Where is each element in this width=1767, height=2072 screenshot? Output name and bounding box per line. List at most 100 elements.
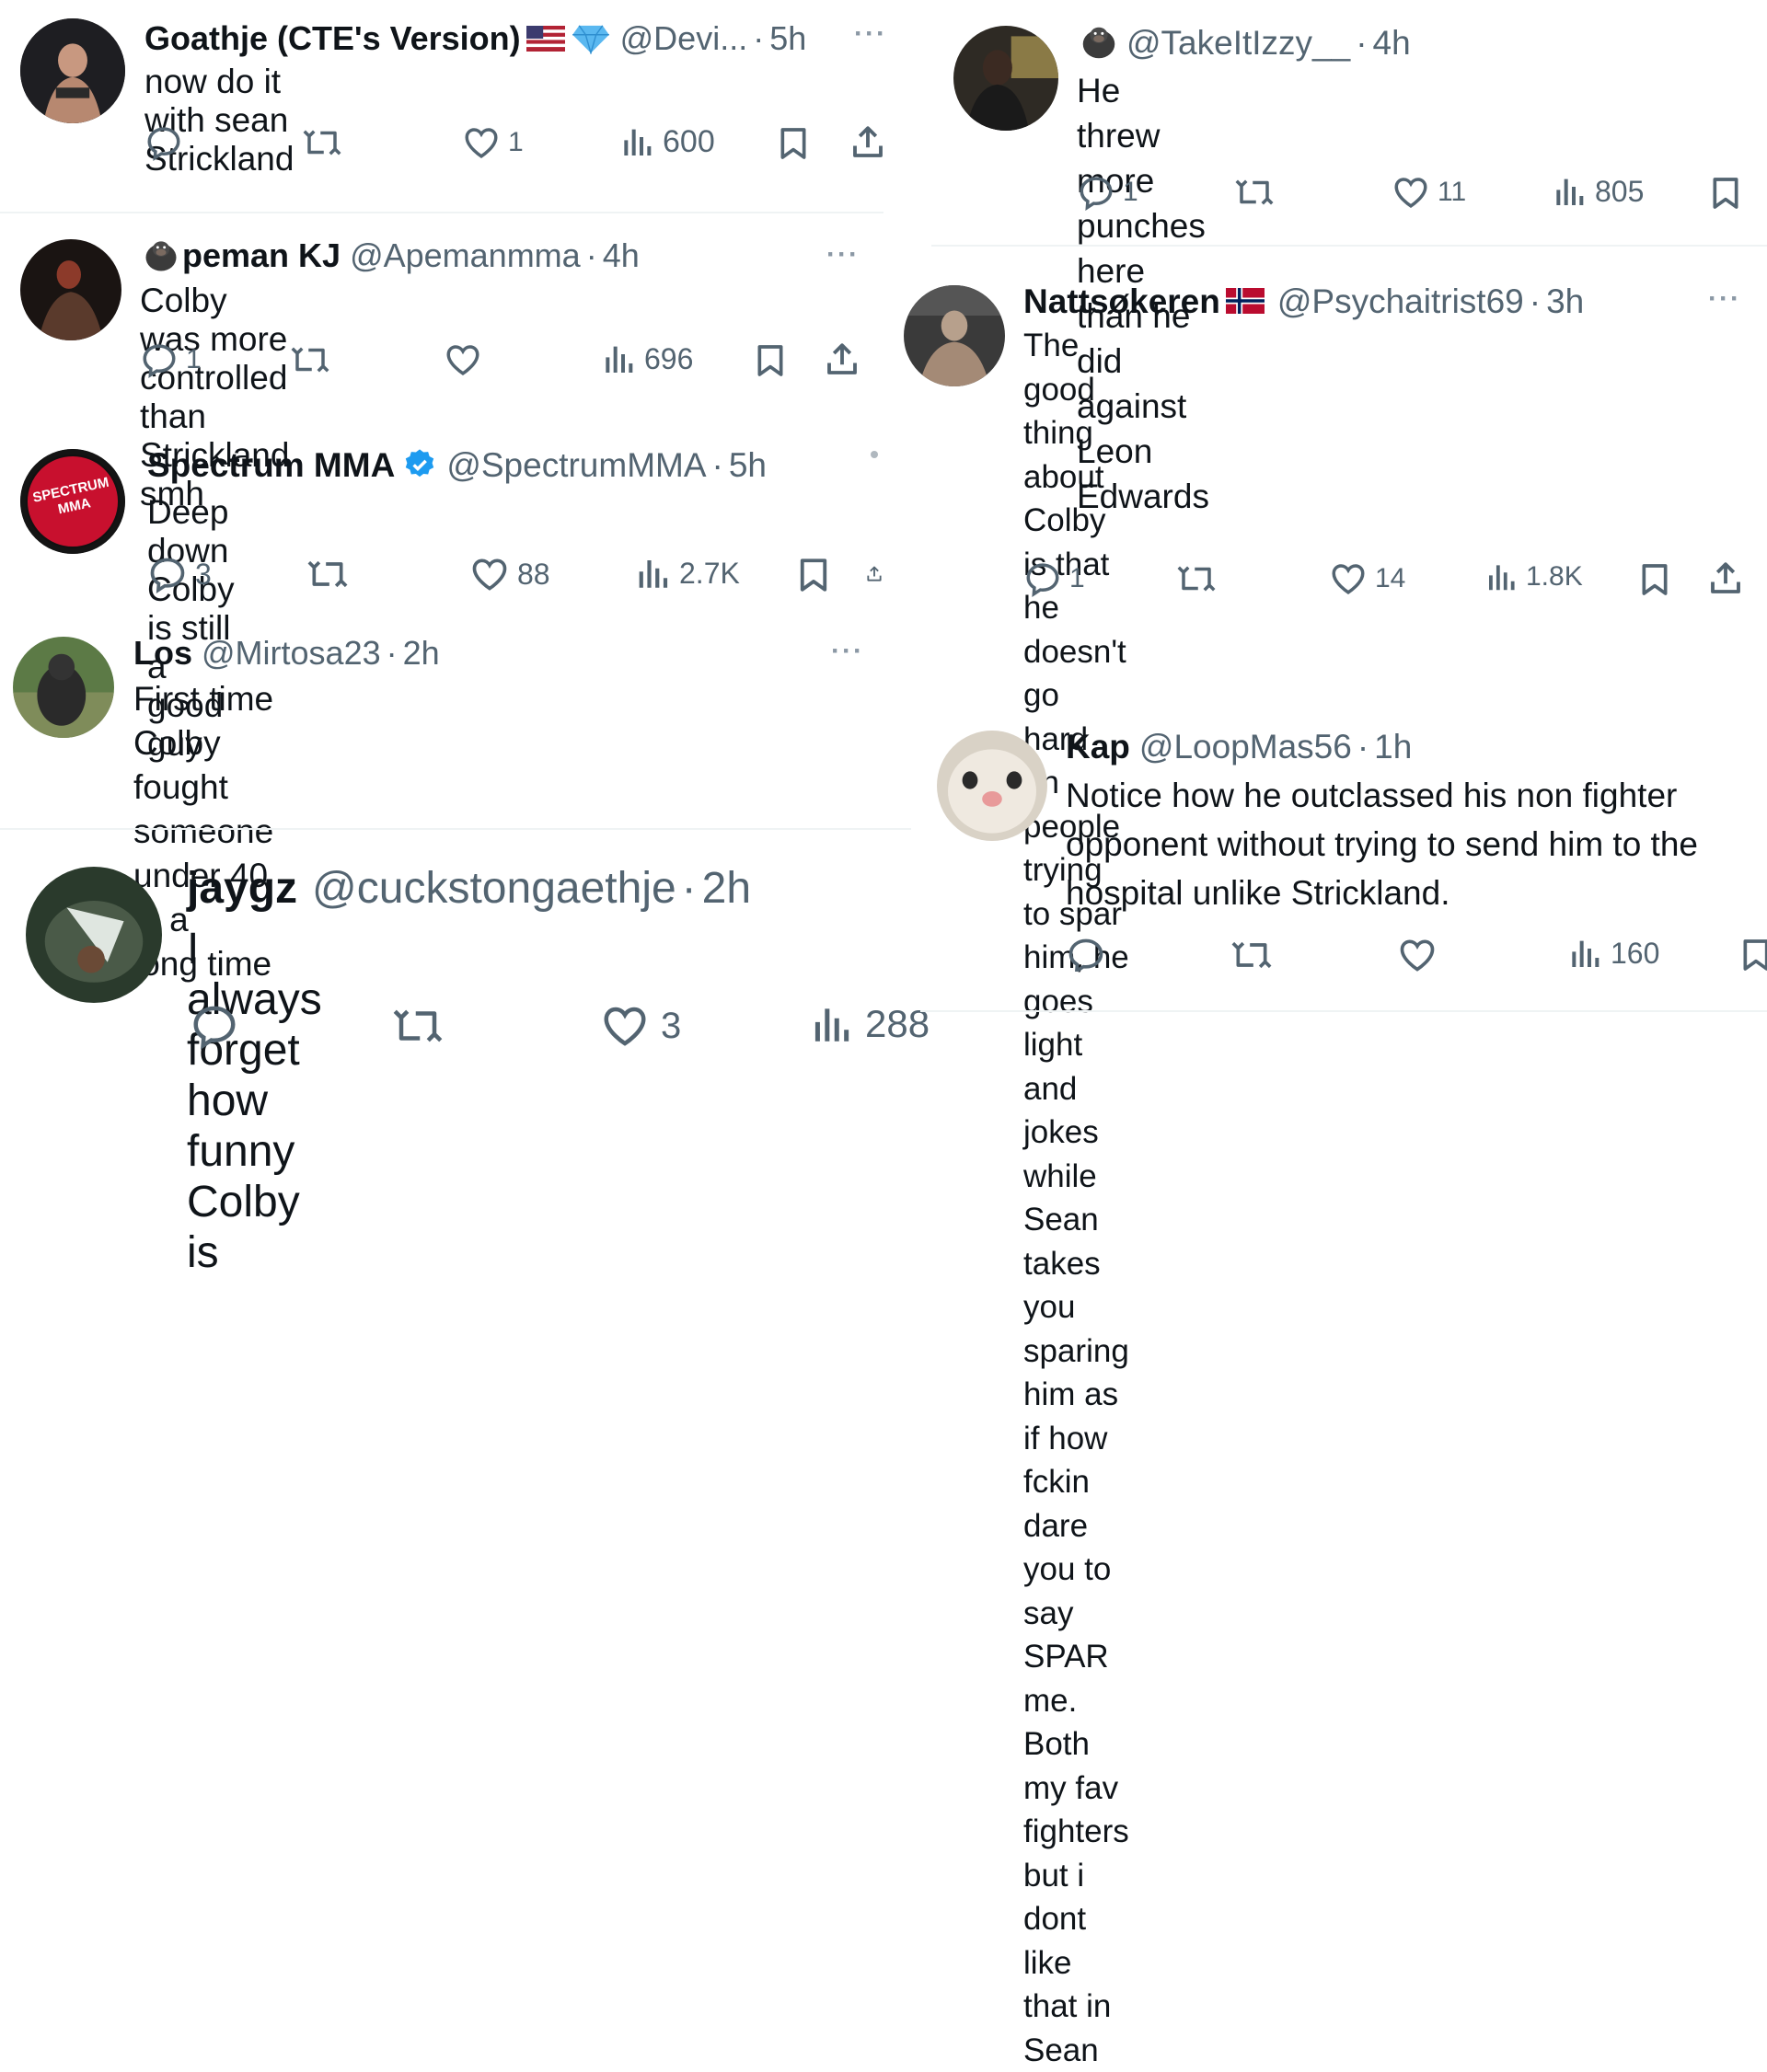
user-handle[interactable]: @SpectrumMMA bbox=[446, 448, 706, 482]
like-button[interactable]: 1 bbox=[462, 123, 524, 162]
user-handle[interactable]: @Psychaitrist69 bbox=[1277, 284, 1524, 318]
view-count: 288 bbox=[865, 1002, 930, 1045]
reply-button[interactable]: 1 bbox=[140, 340, 202, 379]
heart-icon bbox=[462, 123, 501, 162]
more-options-icon[interactable]: ··· bbox=[1708, 283, 1741, 315]
retweet-button[interactable] bbox=[1175, 559, 1218, 598]
views-icon bbox=[1566, 935, 1603, 972]
retweet-icon bbox=[289, 340, 331, 379]
timestamp[interactable]: 1h bbox=[1374, 730, 1412, 764]
timestamp[interactable]: 5h bbox=[769, 22, 806, 55]
avatar[interactable] bbox=[20, 18, 125, 123]
reply-button[interactable]: 3 bbox=[147, 554, 212, 594]
bookmark-button[interactable] bbox=[1707, 173, 1744, 213]
retweet-icon bbox=[390, 1001, 445, 1051]
retweet-button[interactable] bbox=[301, 123, 343, 162]
more-options-icon[interactable]: ··· bbox=[826, 239, 860, 271]
separator: · bbox=[711, 445, 723, 484]
user-handle[interactable]: @Mirtosa23 bbox=[202, 637, 381, 670]
timestamp[interactable]: 4h bbox=[603, 239, 640, 272]
user-handle[interactable]: @TakeItIzzy__ bbox=[1126, 26, 1350, 60]
reply-icon bbox=[190, 1001, 239, 1051]
like-button[interactable] bbox=[444, 340, 482, 379]
share-button[interactable] bbox=[865, 554, 884, 594]
view-count: 600 bbox=[663, 123, 715, 159]
more-options-icon[interactable] bbox=[871, 451, 878, 458]
retweet-icon bbox=[1230, 935, 1274, 972]
reply-button[interactable] bbox=[1066, 935, 1106, 972]
retweet-button[interactable] bbox=[1230, 935, 1274, 972]
heart-icon bbox=[1329, 559, 1368, 598]
timestamp[interactable]: 5h bbox=[729, 448, 767, 482]
retweet-button[interactable] bbox=[390, 1001, 445, 1051]
views-button[interactable]: 2.7K bbox=[633, 554, 740, 593]
timestamp[interactable]: 3h bbox=[1546, 284, 1584, 318]
bookmark-icon bbox=[794, 554, 833, 596]
display-name[interactable]: Nattsøkeren bbox=[1023, 284, 1220, 318]
more-options-icon[interactable]: ··· bbox=[831, 636, 864, 667]
display-name[interactable]: jaygz bbox=[187, 867, 297, 911]
share-icon bbox=[823, 340, 861, 379]
reply-count: 1 bbox=[1069, 563, 1085, 593]
views-button[interactable]: 288 bbox=[808, 1001, 930, 1047]
separator: · bbox=[753, 19, 765, 57]
share-button[interactable] bbox=[1706, 559, 1745, 598]
share-icon bbox=[1706, 559, 1745, 598]
reply-button[interactable]: 1 bbox=[1023, 559, 1085, 598]
views-button[interactable]: 805 bbox=[1551, 173, 1644, 210]
display-name[interactable]: Goathje (CTE's Version) bbox=[144, 22, 521, 55]
user-handle[interactable]: @Devi... bbox=[620, 22, 748, 55]
avatar[interactable] bbox=[904, 285, 1005, 386]
bookmark-button[interactable] bbox=[1738, 935, 1767, 972]
retweet-button[interactable] bbox=[289, 340, 331, 379]
display-name[interactable]: peman KJ bbox=[182, 239, 341, 272]
avatar[interactable] bbox=[20, 239, 121, 340]
views-button[interactable]: 1.8K bbox=[1484, 559, 1583, 594]
view-count: 696 bbox=[644, 341, 694, 375]
reply-button[interactable] bbox=[190, 1001, 239, 1051]
heart-icon bbox=[1397, 935, 1438, 972]
avatar[interactable] bbox=[953, 26, 1058, 131]
timestamp[interactable]: 2h bbox=[702, 867, 751, 911]
share-button[interactable] bbox=[849, 123, 887, 162]
avatar[interactable]: SPECTRUM MMA bbox=[20, 449, 125, 554]
avatar[interactable] bbox=[26, 867, 162, 1003]
reply-icon bbox=[147, 554, 188, 594]
retweet-button[interactable] bbox=[306, 554, 350, 594]
user-handle[interactable]: @Apemanmma bbox=[350, 239, 581, 272]
like-button[interactable]: 3 bbox=[600, 1001, 681, 1051]
reply-button[interactable]: 1 bbox=[1077, 173, 1138, 212]
user-handle[interactable]: @LoopMas56 bbox=[1139, 730, 1352, 764]
like-button[interactable]: 88 bbox=[469, 554, 550, 594]
bookmark-button[interactable] bbox=[1636, 559, 1673, 600]
like-button[interactable]: 11 bbox=[1392, 173, 1466, 212]
display-name[interactable]: Los bbox=[133, 637, 192, 670]
separator: · bbox=[1356, 23, 1368, 62]
views-button[interactable]: 696 bbox=[600, 340, 693, 377]
display-name[interactable]: Spectrum MMA bbox=[147, 448, 395, 482]
views-button[interactable]: 600 bbox=[618, 123, 715, 160]
views-icon bbox=[633, 554, 672, 593]
reply-count: 1 bbox=[186, 344, 202, 374]
avatar[interactable] bbox=[13, 637, 114, 738]
bookmark-button[interactable] bbox=[775, 123, 812, 164]
views-button[interactable]: 160 bbox=[1566, 935, 1659, 972]
share-button[interactable] bbox=[823, 340, 861, 379]
gorilla-emoji-icon bbox=[1077, 21, 1121, 63]
user-handle[interactable]: @cuckstongaethje bbox=[312, 867, 676, 911]
like-button[interactable] bbox=[1397, 935, 1438, 972]
timestamp[interactable]: 4h bbox=[1373, 26, 1411, 60]
avatar[interactable] bbox=[937, 731, 1047, 841]
retweet-button[interactable] bbox=[1233, 173, 1276, 212]
timestamp[interactable]: 2h bbox=[403, 637, 440, 670]
like-button[interactable]: 14 bbox=[1329, 559, 1405, 598]
tweet-actions: 160 bbox=[1066, 935, 1767, 972]
display-name[interactable]: Kap bbox=[1066, 730, 1130, 764]
reply-button[interactable] bbox=[144, 123, 183, 162]
bookmark-button[interactable] bbox=[794, 554, 833, 596]
reply-icon bbox=[1023, 559, 1062, 598]
bookmark-button[interactable] bbox=[752, 340, 789, 381]
separator: · bbox=[585, 236, 597, 274]
more-options-icon[interactable]: ··· bbox=[854, 18, 887, 50]
like-count: 3 bbox=[661, 1005, 682, 1046]
